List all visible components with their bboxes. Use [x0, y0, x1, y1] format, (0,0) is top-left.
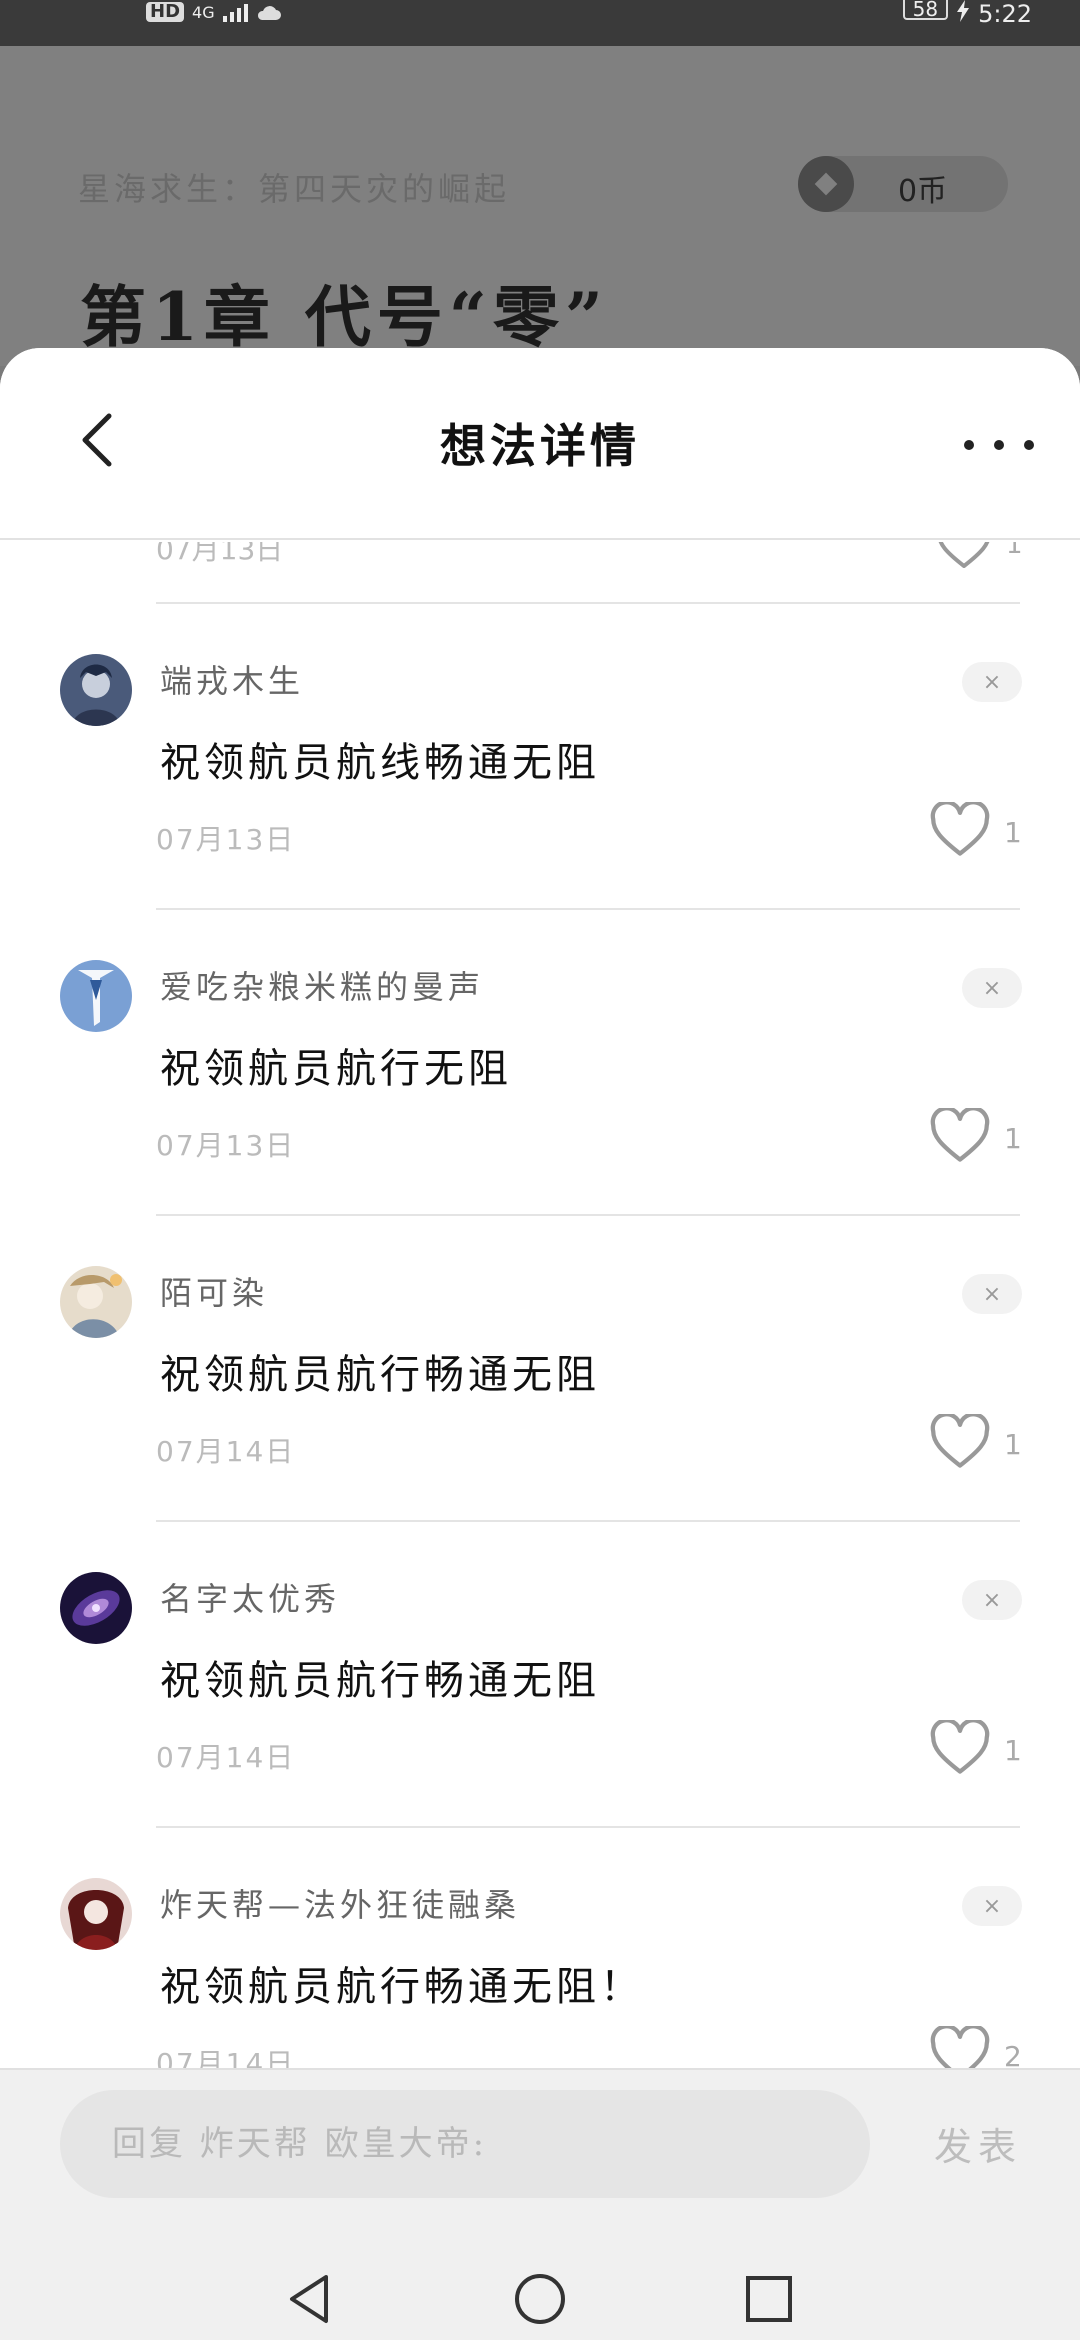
list-item: 名字太优秀 × 祝领航员航行畅通无阻 07月14日 1	[0, 1522, 1080, 1828]
send-button[interactable]: 发表	[934, 2116, 1022, 2171]
heart-icon[interactable]	[930, 1108, 990, 1164]
more-dot-icon	[964, 440, 974, 450]
comment-date: 07月13日	[156, 542, 284, 566]
list-item: 端戎木生 × 祝领航员航线畅通无阻 07月13日 1	[0, 604, 1080, 910]
system-nav-bar	[0, 2258, 1080, 2340]
cloud-icon	[257, 6, 281, 21]
circle-home-icon	[515, 2274, 565, 2324]
dismiss-button[interactable]: ×	[962, 1580, 1022, 1620]
avatar[interactable]	[60, 654, 132, 726]
square-recents-icon	[746, 2276, 792, 2322]
comment-text[interactable]: 祝领航员航行畅通无阻！	[160, 1954, 644, 2012]
like-count: 1	[1004, 1122, 1022, 1155]
coin-icon	[798, 156, 854, 212]
coin-balance-label: 0币	[898, 174, 948, 209]
like-count: 1	[1006, 542, 1023, 560]
like-count: 1	[1004, 1428, 1022, 1461]
status-left: HD 4G	[146, 0, 282, 22]
status-bar: HD 4G 58 5:22	[0, 0, 1080, 46]
avatar[interactable]	[60, 1572, 132, 1644]
comment-text[interactable]: 祝领航员航行无阻	[160, 1036, 512, 1094]
username[interactable]: 端戎木生	[160, 656, 304, 702]
heart-icon[interactable]	[930, 802, 990, 858]
coin-balance: 0币	[798, 156, 1008, 212]
nav-back-button[interactable]	[274, 2258, 344, 2340]
comment-text[interactable]: 祝领航员航行畅通无阻	[160, 1648, 600, 1706]
reply-input[interactable]	[60, 2090, 870, 2198]
close-icon: ×	[982, 669, 1002, 695]
comment-date: 07月14日	[156, 1741, 296, 1774]
list-item-partial: 07月13日 1	[0, 542, 1080, 602]
hd-badge: HD	[146, 2, 185, 22]
charging-icon	[957, 0, 970, 22]
status-right: 58 5:22	[902, 0, 1032, 28]
username[interactable]: 名字太优秀	[160, 1574, 340, 1620]
dismiss-button[interactable]: ×	[962, 1886, 1022, 1926]
dismiss-button[interactable]: ×	[962, 968, 1022, 1008]
book-title: 星海求生：第四天灾的崛起	[78, 170, 511, 208]
signal-icon	[222, 2, 248, 22]
close-icon: ×	[982, 1281, 1002, 1307]
close-icon: ×	[982, 975, 1002, 1001]
like-count: 1	[1004, 1734, 1022, 1767]
comment-date: 07月14日	[156, 1435, 296, 1468]
username[interactable]: 陌可染	[160, 1268, 268, 1314]
list-item: 爱吃杂粮米糕的曼声 × 祝领航员航行无阻 07月13日 1	[0, 910, 1080, 1216]
close-icon: ×	[982, 1893, 1002, 1919]
username[interactable]: 爱吃杂粮米糕的曼声	[160, 962, 484, 1008]
more-dot-icon	[1024, 440, 1034, 450]
reply-bar: 发表	[0, 2068, 1080, 2258]
thought-detail-sheet: 想法详情 07月13日 1 端戎木生 × 祝领航员航线畅通无阻 07月13日 1…	[0, 348, 1080, 2340]
sheet-header: 想法详情	[0, 348, 1080, 540]
comment-text[interactable]: 祝领航员航行畅通无阻	[160, 1342, 600, 1400]
more-dot-icon	[994, 440, 1004, 450]
comment-text[interactable]: 祝领航员航线畅通无阻	[160, 730, 600, 788]
heart-icon[interactable]	[936, 542, 992, 570]
username[interactable]: 炸天帮—法外狂徒融桑	[160, 1880, 520, 1926]
comment-date: 07月13日	[156, 1129, 296, 1162]
heart-icon[interactable]	[930, 1720, 990, 1776]
more-options-button[interactable]	[964, 420, 1034, 470]
comment-date: 07月13日	[156, 823, 296, 856]
avatar[interactable]	[60, 960, 132, 1032]
dismiss-button[interactable]: ×	[962, 662, 1022, 702]
heart-icon[interactable]	[930, 1414, 990, 1470]
clock: 5:22	[978, 0, 1032, 28]
nav-home-button[interactable]	[505, 2258, 575, 2340]
close-icon: ×	[982, 1587, 1002, 1613]
avatar[interactable]	[60, 1266, 132, 1338]
chapter-title: 第1章 代号“零”	[80, 278, 609, 356]
nav-recents-button[interactable]	[734, 2258, 804, 2340]
page-title: 想法详情	[440, 419, 640, 473]
network-label: 4G	[192, 3, 215, 22]
background-reader-page: 星海求生：第四天灾的崛起 0币 第1章 代号“零”	[0, 46, 1080, 366]
battery-indicator: 58	[902, 0, 949, 20]
like-count: 1	[1004, 816, 1022, 849]
avatar[interactable]	[60, 1878, 132, 1950]
dismiss-button[interactable]: ×	[962, 1274, 1022, 1314]
triangle-back-icon	[290, 2275, 328, 2323]
list-item: 陌可染 × 祝领航员航行畅通无阻 07月14日 1	[0, 1216, 1080, 1522]
